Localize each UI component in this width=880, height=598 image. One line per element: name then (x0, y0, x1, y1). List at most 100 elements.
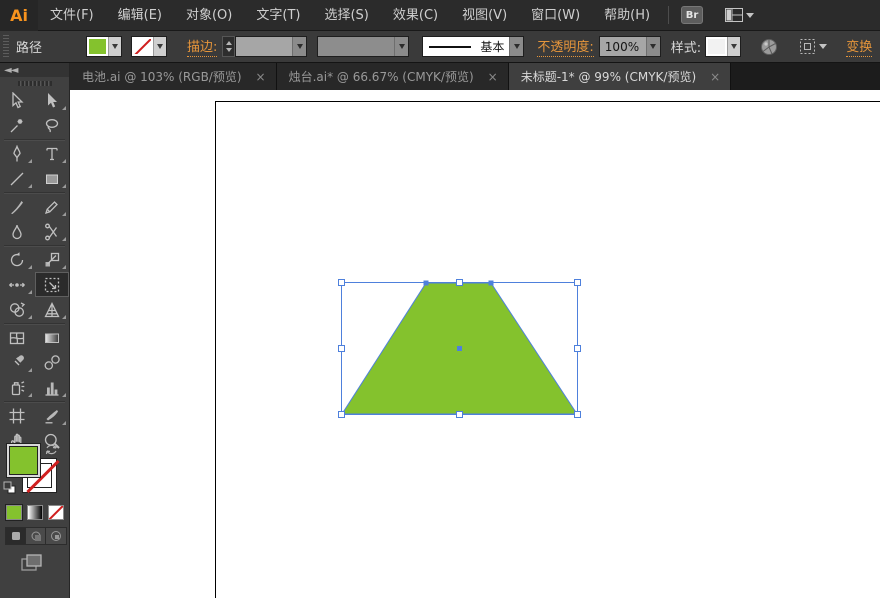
mesh-tool[interactable] (0, 325, 35, 350)
none-mode-button[interactable] (48, 505, 64, 520)
pen-tool[interactable] (0, 141, 35, 166)
canvas-area[interactable] (70, 90, 880, 598)
tab-doc-candlestick[interactable]: 烛台.ai* @ 66.67% (CMYK/预览)× (277, 63, 509, 90)
bridge-icon[interactable]: Br (681, 6, 703, 24)
line-tool-icon (8, 170, 26, 188)
stroke-weight-stepper[interactable] (222, 36, 235, 57)
paintbrush-tool[interactable] (0, 194, 35, 219)
selection-handle[interactable] (575, 346, 581, 352)
fill-color-swatch[interactable] (86, 36, 122, 57)
tools-panel: ◄◄ (0, 63, 70, 598)
collapse-panel-icon[interactable]: ◄◄ (4, 65, 17, 76)
transform-panel-link[interactable]: 变换 (846, 36, 872, 57)
screen-mode-button[interactable] (20, 553, 44, 577)
width-tool[interactable] (0, 272, 35, 297)
symbol-sprayer-tool[interactable] (0, 375, 35, 400)
color-mode-button[interactable] (6, 505, 22, 520)
pencil-tool[interactable] (35, 194, 70, 219)
type-tool[interactable] (35, 141, 70, 166)
document-tab-bar: 电池.ai @ 103% (RGB/预览)×烛台.ai* @ 66.67% (C… (70, 63, 880, 90)
opacity-panel-link[interactable]: 不透明度: (537, 36, 593, 57)
anchor-point[interactable] (424, 281, 429, 286)
column-graph-tool[interactable] (35, 375, 70, 400)
selection-handle[interactable] (457, 412, 463, 418)
fill-stroke-proxy (0, 443, 70, 563)
menu-view[interactable]: 视图(V) (450, 0, 519, 31)
draw-behind-button[interactable] (26, 528, 46, 544)
gradient-mode-button[interactable] (27, 505, 43, 520)
tab-close-icon[interactable]: × (710, 71, 720, 83)
object-center-point[interactable] (457, 346, 462, 351)
selection-handle[interactable] (339, 412, 345, 418)
selection-handle[interactable] (575, 412, 581, 418)
menu-object[interactable]: 对象(O) (174, 0, 244, 31)
stroke-panel-link[interactable]: 描边: (187, 36, 217, 57)
line-tool[interactable] (0, 166, 35, 191)
fill-color-chip (89, 39, 106, 54)
workspace-switcher-button[interactable] (725, 8, 754, 22)
stroke-color-swatch[interactable] (131, 36, 167, 57)
artboard-left-edge (215, 101, 216, 598)
tab-doc-battery[interactable]: 电池.ai @ 103% (RGB/预览) × (70, 63, 277, 90)
opacity-select[interactable]: 100% (599, 36, 661, 57)
swap-fill-stroke-icon[interactable] (45, 443, 58, 460)
tools-panel-grip[interactable] (18, 81, 52, 86)
menu-edit[interactable]: 编辑(E) (106, 0, 174, 31)
menu-window[interactable]: 窗口(W) (519, 0, 592, 31)
rotate-tool-icon (8, 251, 26, 269)
scale-tool[interactable] (35, 247, 70, 272)
draw-inside-button[interactable] (46, 528, 66, 544)
panel-grip[interactable] (3, 35, 9, 59)
perspective-grid-tool[interactable] (35, 297, 70, 322)
tab-close-icon[interactable]: × (488, 71, 498, 83)
tab-doc-untitled[interactable]: 未标题-1* @ 99% (CMYK/预览)× (509, 63, 731, 90)
gradient-tool[interactable] (35, 325, 70, 350)
blend-tool[interactable] (35, 350, 70, 375)
fill-dropdown-arrow[interactable] (108, 37, 121, 56)
brush-definition-select[interactable]: 基本 (422, 36, 524, 57)
blob-brush-tool[interactable] (0, 219, 35, 244)
selection-tool[interactable] (0, 88, 35, 113)
default-fill-stroke-icon[interactable] (3, 481, 16, 498)
tab-title: 电池.ai @ 103% (RGB/预览) (82, 68, 242, 85)
rotate-tool[interactable] (0, 247, 35, 272)
slice-tool[interactable] (35, 403, 70, 428)
style-dropdown-arrow[interactable] (727, 37, 740, 56)
align-options-button[interactable] (799, 38, 827, 55)
stroke-dropdown-arrow[interactable] (153, 37, 166, 56)
artboard-tool[interactable] (0, 403, 35, 428)
rectangle-tool-icon (43, 170, 61, 188)
column-graph-tool-icon (43, 379, 61, 397)
lasso-tool[interactable] (35, 113, 70, 138)
graphic-style-swatch[interactable] (705, 36, 741, 57)
stroke-weight-select[interactable] (235, 36, 307, 57)
menu-type[interactable]: 文字(T) (244, 0, 312, 31)
draw-normal-button[interactable] (6, 528, 26, 544)
recolor-artwork-button[interactable] (760, 38, 778, 56)
free-transform-tool[interactable] (35, 272, 70, 297)
menu-help[interactable]: 帮助(H) (592, 0, 662, 31)
shape-builder-tool[interactable] (0, 297, 35, 322)
selection-handle[interactable] (575, 280, 581, 286)
artboard-top-edge (215, 101, 880, 102)
selection-handle[interactable] (339, 346, 345, 352)
magic-wand-tool[interactable] (0, 113, 35, 138)
menu-file[interactable]: 文件(F) (38, 0, 106, 31)
mesh-tool-icon (8, 329, 26, 347)
fill-proxy-swatch[interactable] (7, 444, 40, 477)
anchor-point[interactable] (489, 281, 494, 286)
rectangle-tool[interactable] (35, 166, 70, 191)
pen-tool-icon (8, 145, 26, 163)
eyedropper-tool[interactable] (0, 350, 35, 375)
paintbrush-tool-icon (8, 198, 26, 216)
selection-handle[interactable] (339, 280, 345, 286)
tool-group-divider (4, 323, 65, 324)
menu-select[interactable]: 选择(S) (312, 0, 380, 31)
variable-width-profile-select[interactable] (317, 36, 409, 57)
tab-close-icon[interactable]: × (256, 71, 266, 83)
selection-handle[interactable] (457, 280, 463, 286)
type-tool-icon (43, 145, 61, 163)
scissors-tool[interactable] (35, 219, 70, 244)
menu-effect[interactable]: 效果(C) (381, 0, 450, 31)
direct-selection-tool[interactable] (35, 88, 70, 113)
